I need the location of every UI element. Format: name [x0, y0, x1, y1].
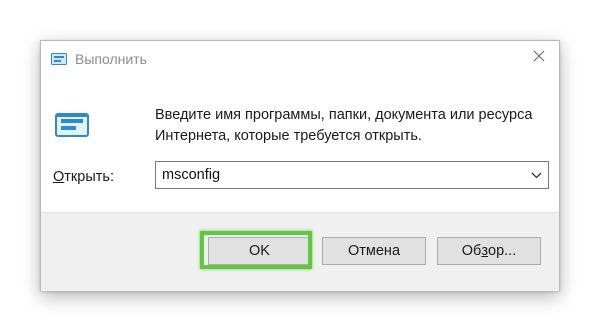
open-combobox[interactable]: [155, 161, 549, 189]
chevron-down-icon: [531, 166, 542, 184]
cancel-button[interactable]: Отмена: [322, 237, 426, 265]
browse-label-post: ор...: [488, 243, 517, 259]
window-title: Выполнить: [75, 51, 147, 67]
dialog-description: Введите имя программы, папки, документа …: [155, 105, 550, 147]
open-label: Открыть:: [53, 169, 114, 185]
open-label-text: ткрыть:: [64, 169, 114, 185]
description-line: Введите имя программы, папки, документа …: [155, 107, 533, 123]
title-bar: Выполнить: [41, 41, 559, 75]
run-dialog: Выполнить Введите имя программы, папки, …: [40, 40, 560, 291]
browse-label-pre: Об: [461, 243, 482, 259]
close-button[interactable]: [519, 41, 559, 75]
browse-button[interactable]: Об з ор...: [437, 237, 541, 265]
run-app-icon: [51, 52, 67, 65]
run-app-icon: [55, 113, 89, 137]
combo-dropdown-button[interactable]: [524, 162, 548, 188]
description-line: Интернета, которые требуется открыть.: [155, 128, 422, 144]
close-icon: [533, 49, 545, 67]
browse-label-hotkey: з: [481, 243, 489, 259]
open-label-hotkey: О: [53, 169, 65, 185]
open-input[interactable]: [156, 162, 524, 188]
ok-button[interactable]: OK: [208, 237, 311, 265]
screenshot-stage: Выполнить Введите имя программы, папки, …: [0, 0, 600, 329]
